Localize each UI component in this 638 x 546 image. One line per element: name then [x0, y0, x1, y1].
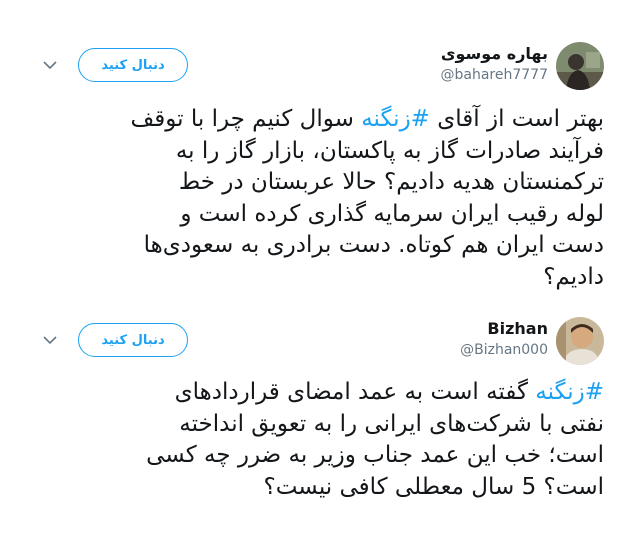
follow-button[interactable]: دنبال کنید [78, 323, 188, 357]
tweet-line: دست ایران هم کوتاه. دست برادری به سعودی‌… [143, 232, 604, 258]
display-name[interactable]: بهاره موسوی [441, 44, 548, 63]
avatar[interactable] [556, 317, 604, 365]
tweet-card: Bizhan @Bizhan000 دنبال کنید #زنگنه گفته… [0, 305, 638, 546]
handle[interactable]: @Bizhan000 [460, 342, 548, 358]
avatar[interactable] [556, 42, 604, 90]
hashtag-link[interactable]: #زنگنه [535, 379, 604, 405]
tweet-line: ترکمنستان هدیه دادیم؟ حالا عربستان در خط [178, 169, 604, 195]
tweet-line: نفتی با شرکت‌های ایرانی را به تعویق اندا… [179, 410, 604, 437]
tweet-line: #زنگنه گفته است به عمد امضای قراردادهای [36, 377, 604, 409]
tweet-text: بهتر است از آقای #زنگنه سوال کنیم چرا با… [36, 104, 604, 293]
hashtag-link[interactable]: #زنگنه [361, 106, 430, 132]
text-span: سوال کنیم چرا با توقف [130, 106, 362, 132]
text-span: گفته است به عمد امضای قراردادهای [174, 379, 536, 405]
tweet-card: بهاره موسوی @bahareh7777 دنبال کنید بهتر… [0, 0, 638, 300]
text-span: بهتر است از آقای [429, 106, 604, 132]
tweet-line: فرآیند صادرات گاز به پاکستان، بازار گاز … [175, 137, 604, 164]
tweet-text: #زنگنه گفته است به عمد امضای قراردادهای … [36, 377, 604, 503]
handle[interactable]: @bahareh7777 [441, 67, 548, 83]
chevron-down-icon[interactable] [40, 55, 60, 75]
follow-button[interactable]: دنبال کنید [78, 48, 188, 82]
display-name[interactable]: Bizhan [487, 319, 548, 338]
tweet-line: لوله رقیب ایران سرمایه گذاری کرده است و [180, 200, 604, 227]
chevron-down-icon[interactable] [40, 330, 60, 350]
tweet-line: است؛ خب این عمد جناب وزیر به ضرر چه کسی [146, 442, 604, 468]
tweet-line: است؟ 5 سال معطلی کافی نیست؟ [263, 473, 604, 500]
tweet-line: دادیم؟ [543, 263, 604, 290]
tweet-line: بهتر است از آقای #زنگنه سوال کنیم چرا با… [36, 104, 604, 136]
